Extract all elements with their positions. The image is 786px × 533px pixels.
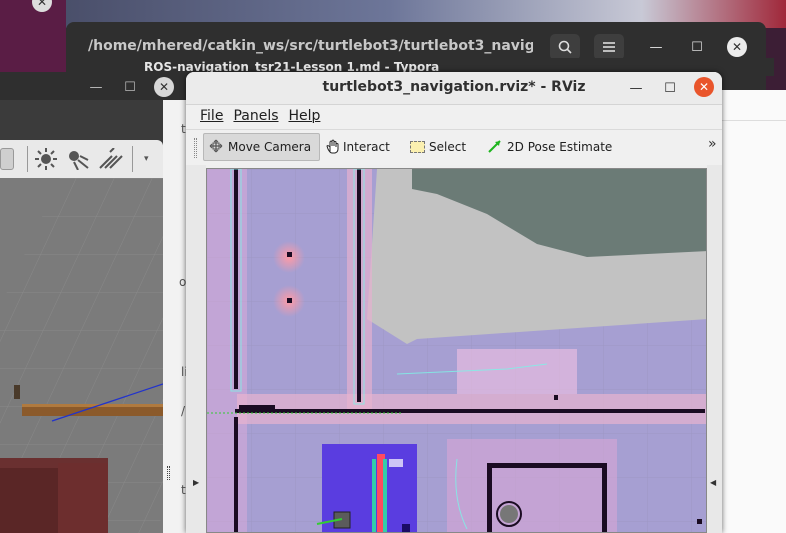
spotlight-icon[interactable] bbox=[66, 148, 90, 174]
toolbar-grip bbox=[194, 138, 197, 158]
rviz-minimize-button[interactable]: — bbox=[624, 76, 648, 100]
gazebo-maximize-button[interactable]: ☐ bbox=[118, 75, 142, 99]
background-window-corner bbox=[0, 0, 66, 72]
green-arrow-icon bbox=[487, 138, 503, 157]
menu-help[interactable]: Help bbox=[289, 108, 321, 124]
tool-interact[interactable]: Interact bbox=[321, 133, 394, 161]
terminal-minimize-button[interactable]: — bbox=[644, 35, 668, 59]
cylinder-icon[interactable] bbox=[0, 148, 14, 170]
tool-2d-pose-estimate[interactable]: 2D Pose Estimate bbox=[483, 133, 616, 161]
rviz-window: turtlebot3_navigation.rviz* - RViz — ☐ ✕… bbox=[186, 72, 722, 533]
rviz-right-dock-collapse[interactable]: ◀ bbox=[707, 165, 722, 533]
right-arrow-icon[interactable]: ◀ bbox=[710, 478, 716, 487]
rviz-3d-view[interactable] bbox=[206, 168, 707, 533]
interact-label: Interact bbox=[343, 140, 390, 154]
menu-file[interactable]: File bbox=[200, 108, 223, 124]
gazebo-3d-view[interactable] bbox=[0, 178, 163, 533]
menu-panels[interactable]: Panels bbox=[233, 108, 278, 124]
rviz-maximize-button[interactable]: ☐ bbox=[658, 76, 682, 100]
chevron-down-icon[interactable]: ▾ bbox=[144, 154, 149, 164]
sidebar-letter: / bbox=[181, 404, 186, 418]
splitter-handle[interactable] bbox=[167, 466, 170, 480]
rviz-left-dock-collapse[interactable]: ◀ bbox=[186, 165, 206, 533]
gazebo-close-button[interactable]: ✕ bbox=[154, 77, 174, 97]
sidebar-letter: t bbox=[181, 483, 186, 497]
separator bbox=[132, 146, 133, 172]
sidebar-letter: t bbox=[181, 122, 186, 136]
background-window-content bbox=[722, 90, 786, 533]
gazebo-minimize-button[interactable]: — bbox=[84, 75, 108, 99]
left-arrow-icon[interactable]: ◀ bbox=[193, 478, 199, 487]
move-camera-icon bbox=[208, 139, 224, 156]
terminal-maximize-button[interactable]: ☐ bbox=[685, 35, 709, 59]
select-label: Select bbox=[429, 140, 467, 154]
separator bbox=[27, 146, 28, 172]
toolbar-more-button[interactable]: » bbox=[708, 136, 717, 152]
search-icon[interactable] bbox=[550, 34, 580, 60]
rviz-close-button[interactable]: ✕ bbox=[694, 77, 714, 97]
hand-pointer-icon bbox=[325, 138, 341, 157]
move-camera-label: Move Camera bbox=[228, 140, 312, 154]
rviz-titlebar: turtlebot3_navigation.rviz* - RViz — ☐ ✕ bbox=[186, 72, 722, 105]
background-window-divider bbox=[722, 120, 786, 121]
tool-move-camera[interactable]: Move Camera bbox=[203, 133, 320, 161]
hamburger-icon[interactable] bbox=[594, 34, 624, 60]
terminal-close-button[interactable]: ✕ bbox=[727, 37, 747, 57]
pose-estimate-label: 2D Pose Estimate bbox=[507, 140, 613, 154]
directional-light-icon[interactable] bbox=[98, 147, 124, 174]
terminal-title: /home/mhered/catkin_ws/src/turtlebot3/tu… bbox=[88, 38, 533, 54]
rviz-toolbar: Move Camera Interact Select 2D Pose Esti… bbox=[186, 130, 722, 165]
gazebo-menu-area bbox=[0, 100, 186, 140]
tool-select[interactable]: Select bbox=[406, 133, 470, 161]
select-box-icon bbox=[410, 141, 425, 153]
rviz-menubar: File Panels Help bbox=[186, 105, 722, 130]
desktop: ✕ /home/mhered/catkin_ws/src/turtlebot3/… bbox=[0, 0, 786, 533]
gazebo-toolbar: ▾ bbox=[0, 140, 163, 178]
sun-icon[interactable] bbox=[35, 148, 57, 174]
